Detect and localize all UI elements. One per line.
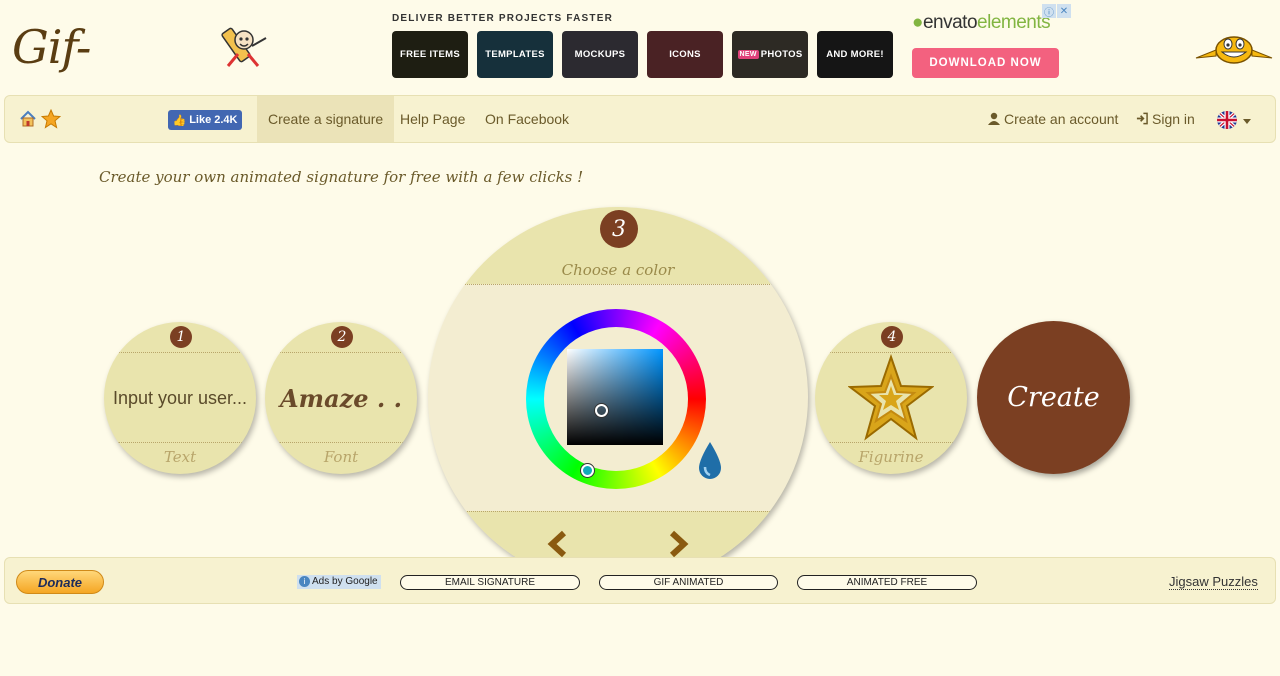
user-icon <box>988 112 1000 125</box>
ad-tile[interactable]: AND MORE! <box>817 31 893 78</box>
step-number-2: 2 <box>331 326 353 348</box>
divider <box>428 284 808 285</box>
color-drop-icon[interactable] <box>695 440 725 482</box>
tagline: Create your own animated signature for f… <box>99 168 584 186</box>
envato-suffix: elements <box>977 12 1051 33</box>
download-now-button[interactable]: DOWNLOAD NOW <box>912 48 1059 78</box>
envato-logo[interactable]: ●envatoelements <box>912 12 1051 34</box>
step-label-font: Font <box>323 448 359 466</box>
divider <box>279 442 403 443</box>
divider <box>428 511 808 512</box>
ad-tile-label: AND MORE! <box>826 49 884 60</box>
footer: Donate i Ads by Google EMAIL SIGNATURE GI… <box>4 557 1276 604</box>
ad-tile[interactable]: TEMPLATES <box>477 31 553 78</box>
star-icon[interactable] <box>41 109 61 129</box>
facebook-like-button[interactable]: 👍 Like 2.4K <box>168 110 242 130</box>
close-icon[interactable]: ✕ <box>1057 4 1071 18</box>
step-label-text: Text <box>163 448 197 466</box>
nav-sign-in[interactable]: Sign in <box>1136 96 1195 142</box>
step-label-figurine: Figurine <box>858 448 924 466</box>
step-figurine-circle[interactable]: 4 Figurine <box>815 322 967 474</box>
navbar: 👍 Like 2.4K Create a signature Help Page … <box>4 95 1276 143</box>
font-preview[interactable]: Amaze . . <box>265 384 417 413</box>
ad-tile-label: ICONS <box>669 49 701 60</box>
sign-in-label: Sign in <box>1152 111 1195 127</box>
info-icon[interactable]: ⓘ <box>1042 4 1056 19</box>
home-icon[interactable] <box>19 110 37 128</box>
ad-tile[interactable]: NEW PHOTOS <box>732 31 808 78</box>
ad-title: DELIVER BETTER PROJECTS FASTER <box>392 13 614 24</box>
pencil-mascot-icon <box>221 27 267 67</box>
ad-link-gif-animated[interactable]: GIF ANIMATED <box>599 575 778 590</box>
divider <box>279 352 403 353</box>
adchoices[interactable]: ⓘ ✕ <box>1042 4 1071 19</box>
step-number-3: 3 <box>600 210 638 248</box>
ad-link-animated-free[interactable]: ANIMATED FREE <box>797 575 977 590</box>
divider <box>829 352 953 353</box>
step-color-circle: 3 Choose a color <box>428 207 808 587</box>
ads-by-label: Ads by Google <box>312 576 378 587</box>
donate-button[interactable]: Donate <box>16 570 104 594</box>
hue-handle[interactable] <box>581 464 594 477</box>
signature-text-input[interactable] <box>106 386 254 410</box>
language-dropdown-caret-icon[interactable] <box>1243 119 1251 124</box>
next-arrow-icon[interactable] <box>664 530 692 558</box>
divider <box>118 352 242 353</box>
jigsaw-puzzles-link[interactable]: Jigsaw Puzzles <box>1169 574 1258 590</box>
nav-create-account[interactable]: Create an account <box>988 96 1118 142</box>
like-count: Like 2.4K <box>189 114 238 126</box>
step-number-1: 1 <box>170 326 192 348</box>
ad-tile[interactable]: MOCKUPS <box>562 31 638 78</box>
new-badge: NEW <box>737 50 759 59</box>
step-font-circle[interactable]: 2 Amaze . . Font <box>265 322 417 474</box>
ad-tile-label: TEMPLATES <box>485 49 545 60</box>
nav-help-page[interactable]: Help Page <box>400 96 465 142</box>
ad-tiles: FREE ITEMS TEMPLATES MOCKUPS ICONS NEW PHOTOS… <box>392 31 893 78</box>
previous-arrow-icon[interactable] <box>544 530 572 558</box>
nav-create-signature[interactable]: Create a signature <box>257 96 395 142</box>
divider <box>829 442 953 443</box>
site-logo[interactable]: Gif-mania <box>12 8 202 152</box>
envato-prefix: envato <box>922 12 978 33</box>
create-account-label: Create an account <box>1004 111 1119 127</box>
glitter-star-icon[interactable] <box>848 354 934 442</box>
step-number-4: 4 <box>881 326 903 348</box>
sign-in-icon <box>1136 112 1148 125</box>
saturation-value-picker[interactable] <box>567 349 663 445</box>
leaf-icon: ● <box>912 12 923 33</box>
ad-link-email-signature[interactable]: EMAIL SIGNATURE <box>400 575 580 590</box>
step-text-circle: 1 Text <box>104 322 256 474</box>
nav-on-facebook[interactable]: On Facebook <box>485 96 569 142</box>
ad-tile-label: PHOTOS <box>760 49 803 60</box>
smiley-icon <box>1195 36 1273 64</box>
uk-flag-icon[interactable] <box>1217 111 1237 129</box>
saturation-handle[interactable] <box>595 404 608 417</box>
ad-tile[interactable]: ICONS <box>647 31 723 78</box>
info-icon: i <box>299 576 310 587</box>
ads-by-google[interactable]: i Ads by Google <box>297 575 381 589</box>
ad-tile[interactable]: FREE ITEMS <box>392 31 468 78</box>
ad-tile-label: MOCKUPS <box>574 49 626 60</box>
create-button[interactable]: Create <box>977 321 1130 474</box>
thumbs-up-icon: 👍 <box>172 114 187 127</box>
divider <box>118 442 242 443</box>
step-label-color: Choose a color <box>561 261 675 279</box>
ad-tile-label: FREE ITEMS <box>399 49 460 60</box>
